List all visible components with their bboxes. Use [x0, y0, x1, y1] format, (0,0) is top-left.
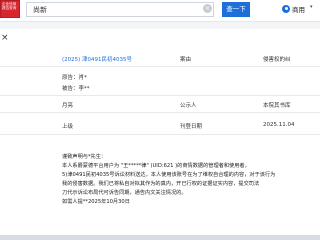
page-footer-band — [0, 235, 320, 240]
col-d-label: 刊登日期 — [180, 124, 203, 130]
notice-line: 5)津0491民初4035号诉讼材料送达，本人使用该账号在为了维权自合理的内容，… — [62, 172, 276, 178]
divider — [0, 66, 320, 67]
logo[interactable]: 企业信用报告查询 — [0, 0, 20, 18]
col-b-value: 本院其书库 — [263, 103, 291, 109]
notice-line: 本人系爵蒙德平台用户为 "王*****律" (UID:621 )的商情数据的管理… — [62, 163, 250, 169]
case-cause-value: 侵害权的纠 — [263, 57, 291, 63]
defendant-text: 被告：李** — [62, 86, 90, 92]
divider — [0, 95, 320, 96]
col-c-label: 上级 — [62, 124, 74, 130]
user-menu-label[interactable]: 商用 — [292, 4, 305, 14]
divider — [0, 112, 320, 113]
clear-icon[interactable]: × — [203, 4, 212, 13]
divider — [0, 134, 320, 135]
col-a-label: 月亮 — [62, 103, 74, 109]
close-icon[interactable]: × — [1, 34, 9, 43]
notice-date-line: 如需人提**2025年10月30日 — [62, 199, 130, 205]
notice-line: 刀代示诉讼布局代可诉告同期，通告内文关注情况的。 — [62, 190, 187, 196]
notice-salutation: 谨致声明与*先生： — [62, 154, 107, 160]
chevron-down-icon[interactable]: ▾ — [310, 4, 313, 10]
search-button[interactable]: 查一下 — [222, 2, 250, 17]
col-b-label: 公示人 — [180, 103, 197, 109]
plaintiff-text: 原告：肖* — [62, 75, 87, 81]
case-number-link[interactable]: (2025) 津0491民初4035号 — [62, 55, 132, 63]
case-cause-label: 案由 — [180, 57, 192, 63]
user-avatar-icon[interactable] — [282, 5, 290, 13]
top-bar: 企业信用报告查询 尚新 × 查一下 商用 ▾ — [0, 0, 320, 22]
search-input[interactable]: 尚新 — [26, 2, 214, 17]
notice-line: 我的侵害数据。我们已将私自对拟其作为的真内，开已行权的证据证实内容，提交司法 — [62, 181, 260, 187]
col-d-value: 2025.11.04 — [263, 122, 295, 128]
